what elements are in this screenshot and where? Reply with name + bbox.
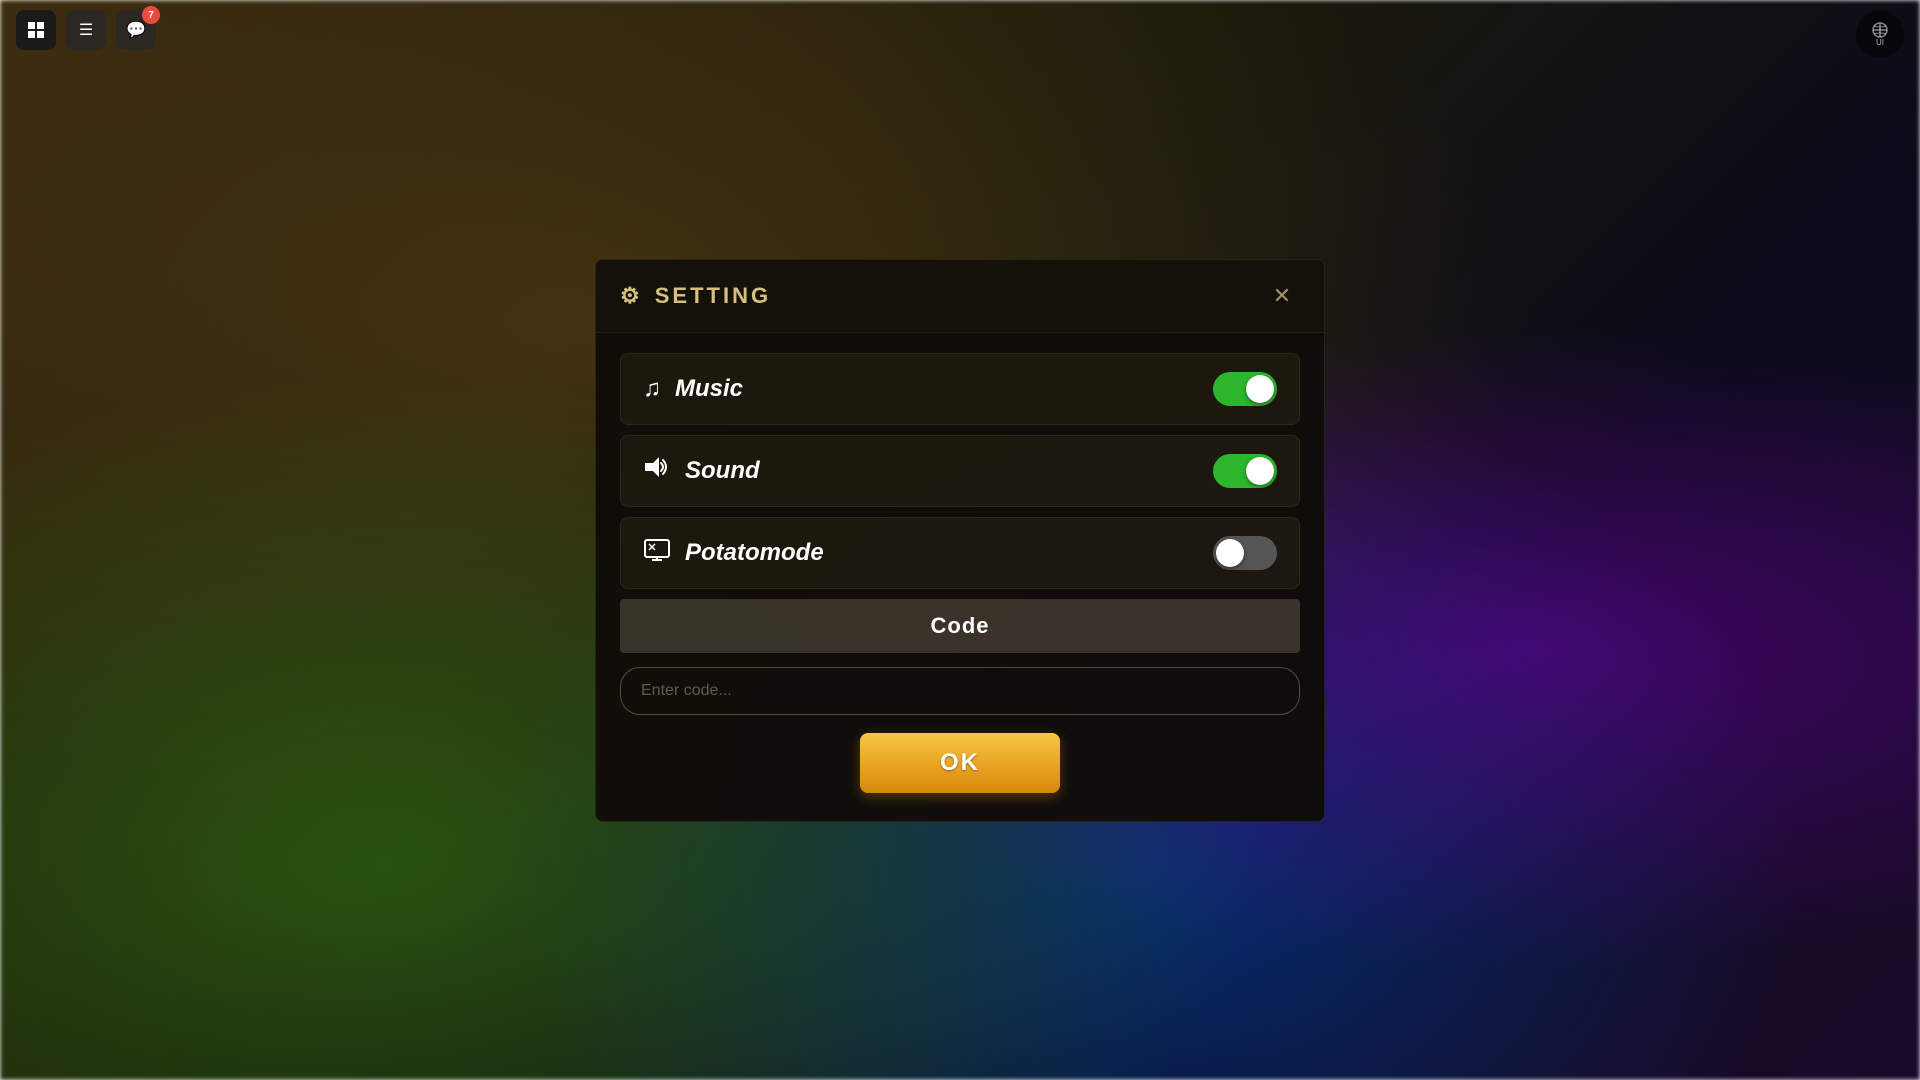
ok-button[interactable]: OK	[860, 733, 1060, 793]
screen-icon	[643, 538, 671, 568]
sound-icon	[643, 455, 671, 486]
potatomode-label: Potatomode	[643, 538, 824, 568]
music-icon: ♫	[643, 375, 661, 403]
music-setting-row: ♫ Music	[620, 353, 1300, 425]
code-input[interactable]	[620, 667, 1300, 715]
gear-icon: ⚙	[620, 283, 643, 309]
code-section: Code OK	[620, 599, 1300, 793]
music-toggle[interactable]	[1213, 372, 1277, 406]
dialog-header: ⚙ SETTING ✕	[596, 260, 1324, 333]
potatomode-label-text: Potatomode	[685, 539, 824, 567]
music-label-text: Music	[675, 375, 743, 403]
close-button[interactable]: ✕	[1264, 278, 1300, 314]
dialog-title-text: SETTING	[655, 283, 771, 309]
music-toggle-thumb	[1246, 375, 1274, 403]
sound-setting-row: Sound	[620, 435, 1300, 507]
code-label: Code	[620, 599, 1300, 653]
modal-overlay: ⚙ SETTING ✕ ♫ Music	[0, 0, 1920, 1080]
sound-toggle[interactable]	[1213, 454, 1277, 488]
dialog-body: ♫ Music Sound	[596, 333, 1324, 821]
setting-dialog: ⚙ SETTING ✕ ♫ Music	[595, 259, 1325, 822]
potatomode-toggle-thumb	[1216, 539, 1244, 567]
music-label: ♫ Music	[643, 375, 743, 403]
potatomode-setting-row: Potatomode	[620, 517, 1300, 589]
sound-label: Sound	[643, 455, 760, 486]
sound-label-text: Sound	[685, 457, 760, 485]
dialog-title: ⚙ SETTING	[620, 283, 771, 309]
sound-toggle-thumb	[1246, 457, 1274, 485]
potatomode-toggle[interactable]	[1213, 536, 1277, 570]
